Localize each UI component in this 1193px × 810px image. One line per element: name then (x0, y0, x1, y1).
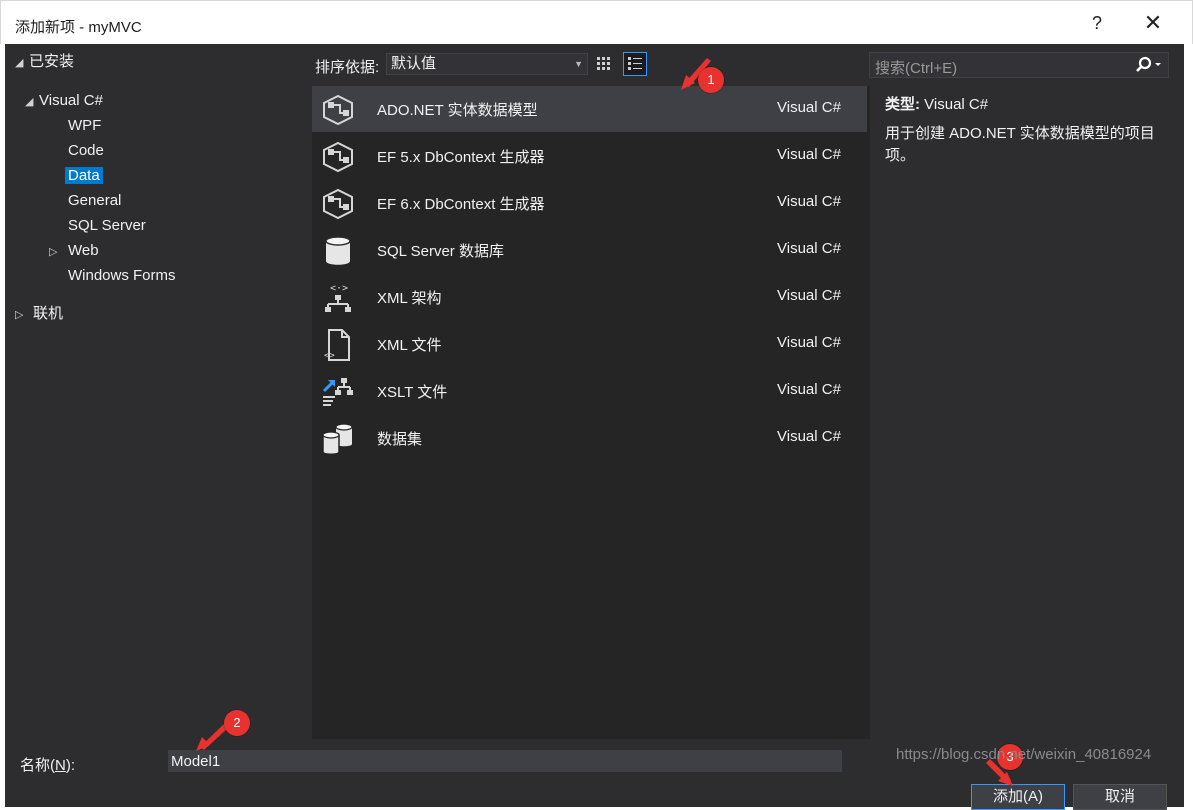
watermark: https://blog.csdn.net/weixin_40816924 (896, 746, 1152, 763)
annotation-badge: 2 (224, 710, 250, 736)
annotation-badge: 1 (698, 67, 724, 93)
annotation-arrows (196, 58, 1013, 786)
